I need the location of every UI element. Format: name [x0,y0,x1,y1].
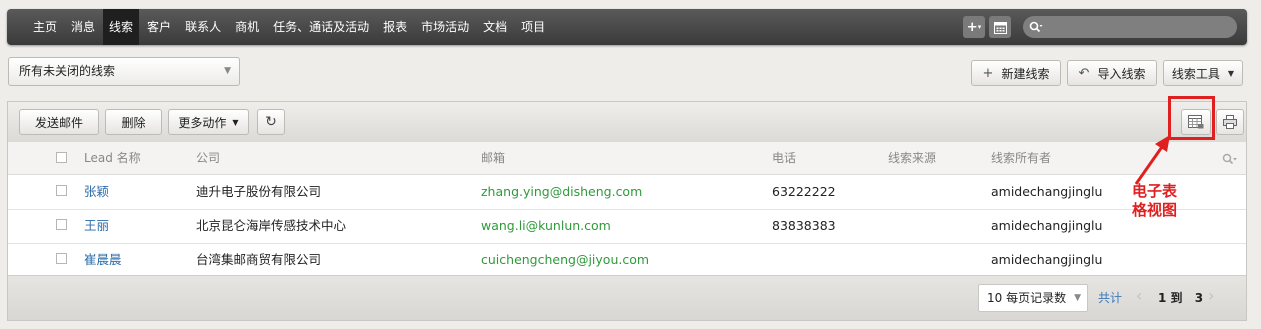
nav-item-marketing[interactable]: 市场活动 [415,9,475,45]
email-link[interactable]: zhang.ying@disheng.com [481,175,642,209]
lead-name-link[interactable]: 张颖 [84,175,109,209]
table-row[interactable]: 崔晨晨 台湾集邮商贸有限公司 cuichengcheng@jiyou.com a… [8,243,1246,278]
row-checkbox[interactable] [56,253,67,264]
nav-item-messages[interactable]: 消息 [65,9,101,45]
new-lead-label: 新建线索 [1001,66,1050,81]
email-link[interactable]: cuichengcheng@jiyou.com [481,243,649,277]
list-toolbar: 发送邮件 删除 更多动作 ▼ ↻ [8,102,1246,143]
select-all-checkbox[interactable] [56,152,67,163]
row-checkbox[interactable] [56,185,67,196]
lead-name-link[interactable]: 王丽 [84,209,109,243]
nav-item-projects[interactable]: 项目 [515,9,551,45]
lead-name-link[interactable]: 崔晨晨 [84,243,122,277]
import-leads-button[interactable]: ↶ 导入线索 [1067,60,1157,86]
pagination-bar: 10 每页记录数 ▼ 共计 ‹ 1 到 3 › [8,275,1246,320]
phone-cell: 83838383 [772,218,836,233]
column-header-lead-source[interactable]: 线索来源 [888,142,936,174]
company-cell: 北京昆仑海岸传感技术中心 [196,218,347,233]
calendar-icon [993,21,1007,34]
page-size-value: 10 每页记录数 [987,291,1067,305]
import-leads-label: 导入线索 [1097,66,1146,81]
nav-item-contacts[interactable]: 联系人 [179,9,227,45]
nav-item-tasks[interactable]: 任务、通话及活动 [267,9,375,45]
leads-list-panel: 发送邮件 删除 更多动作 ▼ ↻ Lead 名称 公司 邮箱 电话 线索来源 线… [7,101,1247,321]
lead-owner-cell: amidechangjinglu [991,218,1103,233]
table-row[interactable]: 张颖 迪升电子股份有限公司 zhang.ying@disheng.com 632… [8,175,1246,210]
import-icon: ↶ [1078,65,1090,81]
nav-item-customers[interactable]: 客户 [141,9,177,45]
plus-icon: + [982,65,994,81]
column-header-email[interactable]: 邮箱 [481,142,505,174]
next-page-icon[interactable]: › [1208,286,1214,305]
table-row[interactable]: 王丽 北京昆仑海岸传感技术中心 wang.li@kunlun.com 83838… [8,209,1246,244]
calendar-button[interactable] [989,16,1011,38]
table-header: Lead 名称 公司 邮箱 电话 线索来源 线索所有者 [8,142,1246,175]
send-email-label: 发送邮件 [34,115,83,130]
nav-menu: 主页 消息 线索 客户 联系人 商机 任务、通话及活动 报表 市场活动 文档 项… [27,9,553,45]
lead-tools-button[interactable]: 线索工具 ▼ [1163,60,1243,86]
view-filter-value: 所有未关闭的线索 [19,64,116,78]
refresh-icon: ↻ [265,114,277,130]
top-navigation-bar: 主页 消息 线索 客户 联系人 商机 任务、通话及活动 报表 市场活动 文档 项… [7,9,1247,45]
nav-item-home[interactable]: 主页 [27,9,63,45]
quick-add-button[interactable]: + ▾ [963,16,985,38]
delete-button[interactable]: 删除 [105,109,162,135]
search-icon [1029,21,1043,33]
nav-item-documents[interactable]: 文档 [477,9,513,45]
plus-icon: + [966,19,978,35]
print-button[interactable] [1216,109,1244,135]
column-header-phone[interactable]: 电话 [772,142,796,174]
lead-owner-cell: amidechangjinglu [991,252,1103,267]
email-link[interactable]: wang.li@kunlun.com [481,209,611,243]
delete-label: 删除 [121,115,146,130]
column-header-lead-owner[interactable]: 线索所有者 [991,142,1051,174]
send-email-button[interactable]: 发送邮件 [19,109,99,135]
total-label: 共计 [1098,291,1123,305]
page-total: 3 [1194,291,1204,305]
more-actions-label: 更多动作 [178,115,227,130]
nav-item-opportunities[interactable]: 商机 [229,9,265,45]
row-checkbox[interactable] [56,219,67,230]
chevron-down-icon: ▾ [977,23,982,31]
column-header-company[interactable]: 公司 [196,142,220,174]
phone-cell: 63222222 [772,184,836,199]
view-filter-select[interactable]: 所有未关闭的线索 ▼ [8,57,240,86]
printer-icon [1223,115,1237,129]
lead-owner-cell: amidechangjinglu [991,184,1103,199]
chevron-down-icon: ▼ [1227,68,1235,78]
company-cell: 台湾集邮商贸有限公司 [196,252,322,267]
annotation-label: 电子表 格视图 [1132,182,1177,220]
chevron-down-icon: ▼ [1074,293,1081,303]
chevron-down-icon: ▼ [232,117,239,127]
annotation-arrow [1134,135,1170,185]
annotation-line-1: 电子表 [1132,182,1178,200]
column-search-icon[interactable] [1222,142,1238,174]
lead-tools-label: 线索工具 [1171,66,1220,81]
more-actions-button[interactable]: 更多动作 ▼ [168,109,249,135]
page-size-select[interactable]: 10 每页记录数 ▼ [978,284,1088,312]
column-header-lead-name[interactable]: Lead 名称 [84,142,141,174]
company-cell: 迪升电子股份有限公司 [196,184,322,199]
prev-page-icon[interactable]: ‹ [1136,286,1142,305]
nav-item-leads[interactable]: 线索 [103,9,140,45]
nav-item-reports[interactable]: 报表 [377,9,413,45]
page-range-text: 1 到 [1158,291,1183,305]
new-lead-button[interactable]: + 新建线索 [971,60,1061,86]
chevron-down-icon: ▼ [224,66,231,76]
global-search-input[interactable] [1023,16,1237,38]
annotation-line-2: 格视图 [1132,201,1178,219]
page-range: 1 到 3 [1158,289,1203,306]
refresh-button[interactable]: ↻ [257,109,285,135]
nav-tools: + ▾ [963,16,1237,38]
